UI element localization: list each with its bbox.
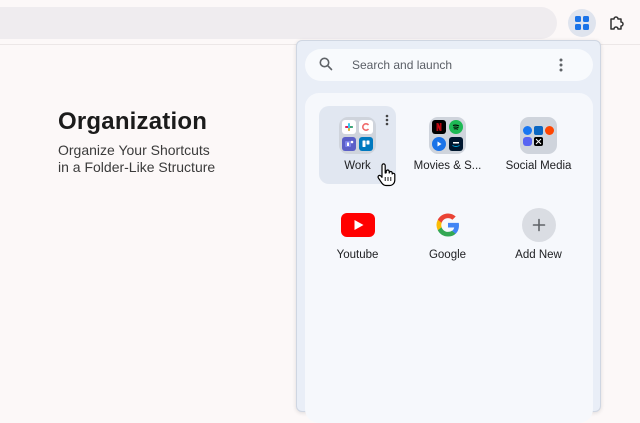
- shortcut-tile-youtube[interactable]: Youtube: [319, 195, 396, 273]
- hand-pointer-icon: [377, 163, 396, 187]
- subtitle-line-2: in a Folder-Like Structure: [58, 159, 216, 175]
- work-folder-icon: [339, 117, 376, 154]
- search-icon: [319, 57, 333, 71]
- youtube-icon: [339, 206, 376, 243]
- shortcuts-popup: Search and launch Work Movies & S... Soc…: [296, 40, 601, 423]
- linkedin-icon: [534, 125, 543, 135]
- tile-label: Youtube: [336, 249, 379, 261]
- puzzle-icon: [610, 16, 624, 30]
- slack-icon: [342, 120, 356, 134]
- plus-icon: [521, 207, 556, 242]
- subtitle-line-1: Organize Your Shortcuts: [58, 142, 210, 158]
- prime-video-icon: [449, 137, 463, 151]
- shortcuts-extension-button[interactable]: [568, 9, 596, 37]
- x-icon: [534, 136, 543, 146]
- shortcut-tile-google[interactable]: Google: [409, 195, 486, 273]
- movies-folder-icon: [429, 117, 466, 154]
- grid-apps-icon: [575, 16, 589, 30]
- teams-icon: [342, 137, 356, 151]
- social-media-folder-icon: [520, 117, 557, 154]
- add-new-button[interactable]: Add New: [500, 195, 577, 273]
- trello-icon: [359, 137, 373, 151]
- shortcuts-grid: Work Movies & S... Social Media Youtube …: [305, 93, 593, 423]
- page-title: Organization: [58, 108, 208, 135]
- add-new-icon-wrap: [520, 206, 557, 243]
- tile-label: Social Media: [505, 160, 572, 172]
- asana-icon: [359, 120, 373, 134]
- more-vert-icon[interactable]: [385, 114, 389, 126]
- page-subtitle: Organize Your Shortcuts in a Folder-Like…: [58, 142, 278, 176]
- browser-toolbar: [0, 0, 640, 45]
- search-input[interactable]: Search and launch: [352, 58, 452, 72]
- folder-tile-social-media[interactable]: Social Media: [500, 106, 577, 184]
- spotify-icon: [449, 120, 463, 134]
- google-icon: [429, 206, 466, 243]
- play-icon: [432, 137, 446, 151]
- address-bar[interactable]: [0, 7, 557, 39]
- extensions-button[interactable]: [604, 9, 630, 37]
- discord-icon: [523, 136, 532, 146]
- more-vert-icon[interactable]: [559, 57, 563, 73]
- folder-tile-movies[interactable]: Movies & S...: [409, 106, 486, 184]
- tile-label: Add New: [515, 249, 562, 261]
- reddit-icon: [545, 125, 554, 135]
- tile-label: Google: [428, 249, 467, 261]
- netflix-icon: [432, 120, 446, 134]
- tile-label: Movies & S...: [413, 160, 482, 172]
- facebook-icon: [523, 125, 532, 135]
- search-bar[interactable]: Search and launch: [305, 49, 593, 81]
